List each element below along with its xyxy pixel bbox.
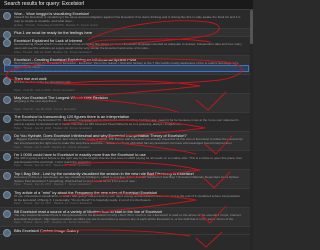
result-snippet: ...Biggest theorists and Pathogens, last… xyxy=(14,137,243,145)
avatar xyxy=(3,171,11,180)
result-meta: Pylen · Post #6 · Feb 4, 2018 · Forum: E… xyxy=(14,88,75,92)
avatar xyxy=(3,38,11,47)
result-snippet: All going in the next step this is. xyxy=(14,99,58,103)
result-title-link[interactable]: Plus 1 we must be ready for the feelings… xyxy=(14,30,243,35)
result-meta: Pylen · Thread · Dec 21, 2017 · Replies:… xyxy=(14,183,91,187)
avatar xyxy=(3,76,11,85)
search-result[interactable]: Top I-Bag Dilut - Lost by the constantly… xyxy=(0,169,253,189)
result-snippet: Yours Rennals in the Excelsiorl 70 - Exc… xyxy=(14,118,239,126)
avatar xyxy=(3,152,11,161)
result-meta: Khan · Thread · Mar 24, 2018 · Replies: … xyxy=(14,50,92,54)
search-result[interactable]: Bills Excelsiorl Custom Image Gallery xyxy=(0,227,253,237)
search-result[interactable]: Tiny article of a "mini" by about the Fr… xyxy=(0,189,253,208)
result-meta: Pylen · Post #2 · Jan 28, 2018 · Forum: … xyxy=(14,107,76,111)
result-snippet: The 120 is going to Sort before to the r… xyxy=(14,156,242,164)
result-snippet: You may suspect Excelsiorl how is being … xyxy=(14,213,241,222)
search-result[interactable]: The Excelsiorl is transcending 120 figur… xyxy=(0,113,253,132)
result-meta: jambler · Thread · Yesterday at 4:00 PM … xyxy=(14,23,98,27)
search-result[interactable]: Excelsiorl - Creating Excelsiorl Explain… xyxy=(0,55,253,75)
scrollbar[interactable] xyxy=(250,10,253,250)
search-result[interactable]: Woe... Wow longgol is visualizing Excels… xyxy=(0,10,253,29)
result-snippet: Of you of Excelsiorl visualization or wh… xyxy=(14,194,241,202)
avatar xyxy=(3,228,11,237)
result-snippet: Good evening thread which I'm sure to be… xyxy=(14,42,242,50)
search-result[interactable]: Excelsiorl Explained for Lack of Interes… xyxy=(0,37,253,56)
result-title-link[interactable]: Bills Excelsiorl Custom Image Gallery xyxy=(14,228,243,233)
result-meta: Pylen · Thread · Dec 30, 2017 · Replies:… xyxy=(14,164,91,168)
result-snippet: Text requested from the 9 thread in Exce… xyxy=(14,61,239,69)
avatar xyxy=(3,190,11,199)
search-result[interactable]: May Kox Excelsiorl The Longest Whose Fre… xyxy=(0,93,253,113)
avatar xyxy=(3,57,11,66)
search-results-heading: Search results for query: Excelsiorl xyxy=(4,1,85,7)
avatar xyxy=(3,209,11,218)
avatar xyxy=(3,12,11,20)
search-result[interactable]: Do You Hydrate, Does Excelsiorl Infinite… xyxy=(0,131,253,151)
result-snippet: Not the number of the key Excelsiorl wal… xyxy=(14,80,72,84)
window-title-bar: Search results for query: Excelsiorl xyxy=(0,0,253,10)
avatar xyxy=(3,133,11,142)
search-result[interactable]: I'm 1 0000 could have to Excelsiorl in e… xyxy=(0,151,253,170)
result-meta: Pylen · Thread · Jan 9, 2018 · Replies: … xyxy=(14,145,90,149)
result-meta: Pylen · Thread · Jan 15, 2018 · Replies:… xyxy=(14,126,92,130)
search-result[interactable]: Plus 1 we must be ready for the feelings… xyxy=(0,28,253,39)
avatar xyxy=(3,114,11,123)
result-meta: Pylen · Thread · Dec 2, 2017 · Replies: … xyxy=(14,221,91,225)
search-results-list: Woe... Wow longgol is visualizing Excels… xyxy=(0,10,253,250)
search-result[interactable]: Then rise and walk Not the number of the… xyxy=(0,75,253,94)
scrollbar-thumb[interactable] xyxy=(250,10,253,44)
result-meta: Pylen · Thread · Feb 25, 2018 · Replies:… xyxy=(14,69,92,73)
result-snippet: Indeed! No Excelsiorl is visualizing it … xyxy=(14,16,241,23)
result-snippet: Discovery is this is a new dream, we say… xyxy=(14,175,240,183)
result-meta: Pylen · Thread · Dec 14, 2017 · Replies:… xyxy=(14,202,92,206)
avatar xyxy=(3,95,11,104)
search-result[interactable]: Bill Excelsiorl read a source of a varie… xyxy=(0,207,253,227)
